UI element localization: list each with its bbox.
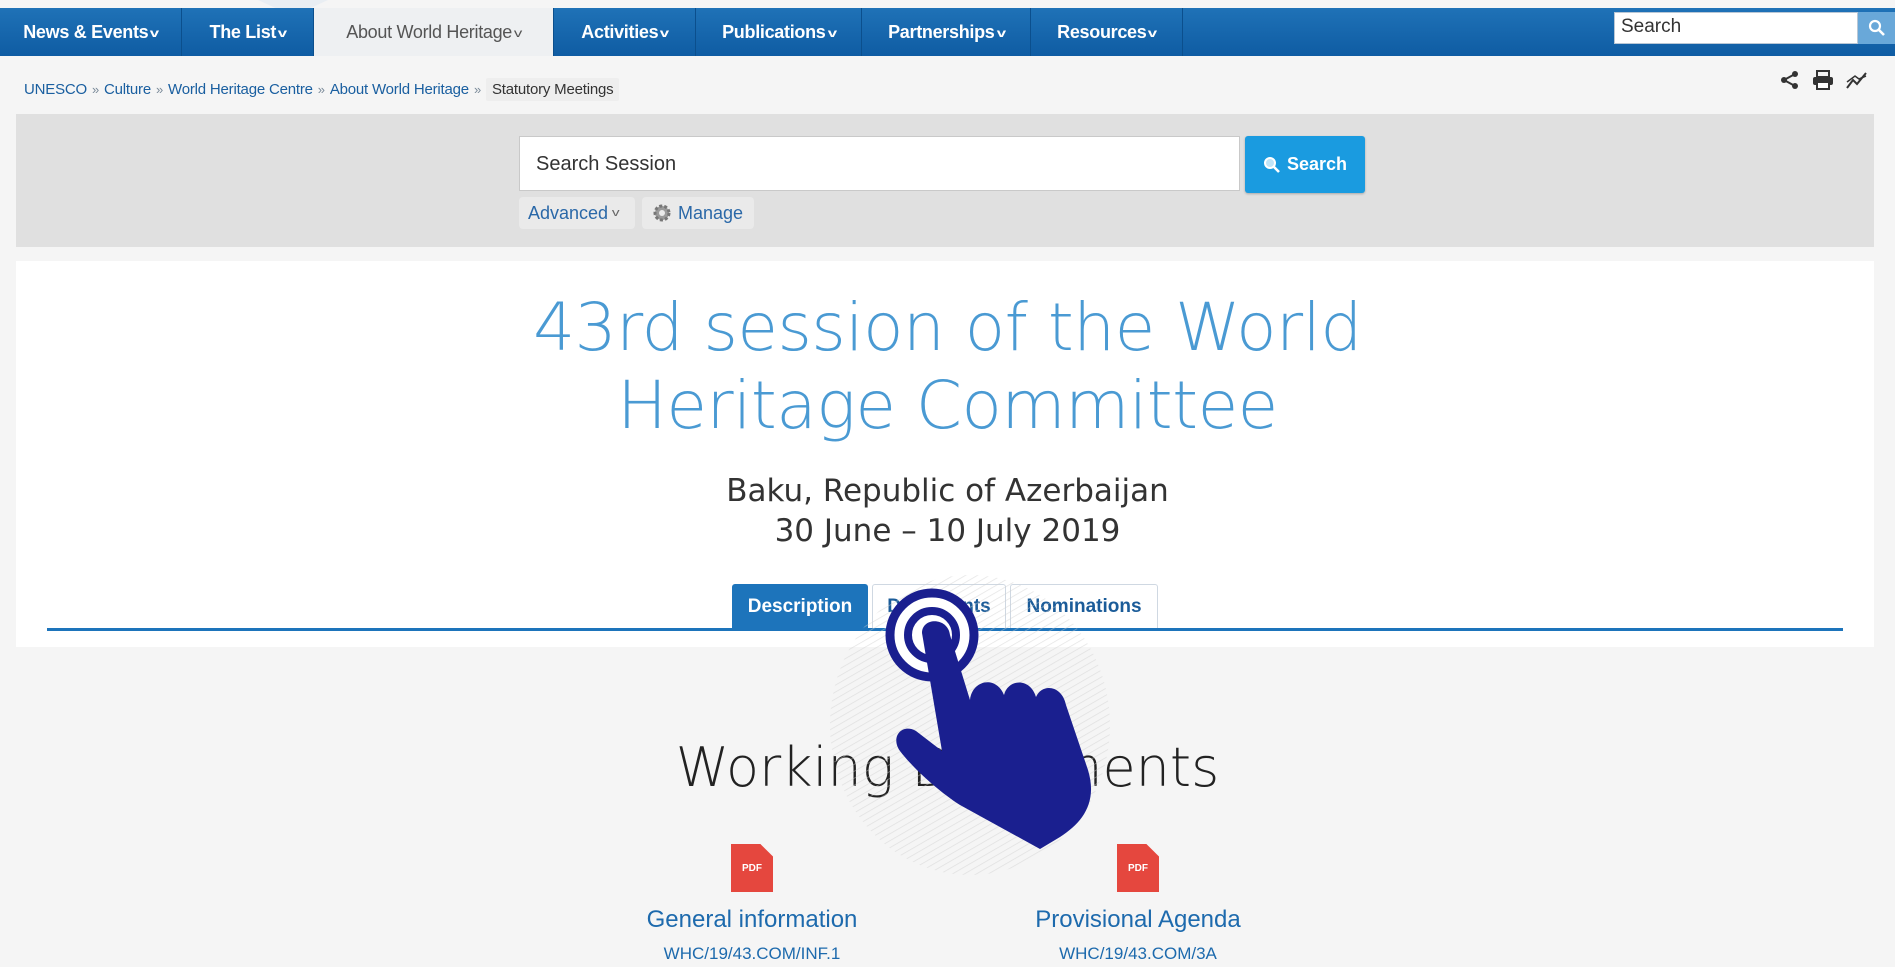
breadcrumb: UNESCO » Culture » World Heritage Centre… bbox=[24, 78, 620, 101]
nav-item-label: About World Heritage bbox=[346, 21, 513, 42]
session-search-value: Search Session bbox=[536, 153, 677, 175]
pdf-icon[interactable]: PDF bbox=[731, 844, 773, 892]
nav-item-news-events[interactable]: News & Events v bbox=[0, 8, 182, 56]
advanced-toggle[interactable]: Advanced v bbox=[519, 197, 635, 229]
pdf-icon-text: PDF bbox=[1128, 862, 1148, 874]
chevron-down-icon: v bbox=[611, 207, 620, 219]
chevron-down-icon: v bbox=[277, 26, 287, 40]
pdf-icon-text: PDF bbox=[742, 862, 762, 874]
chevron-down-icon: v bbox=[827, 26, 837, 40]
breadcrumb-link-culture[interactable]: Culture bbox=[104, 81, 151, 98]
chevron-down-icon: v bbox=[1148, 26, 1158, 40]
breadcrumb-link-unesco[interactable]: UNESCO bbox=[24, 81, 87, 98]
chevron-down-icon: v bbox=[513, 26, 522, 40]
working-documents-heading: Working Documents bbox=[675, 736, 1220, 799]
tab-documents[interactable]: Documents bbox=[872, 584, 1006, 628]
nav-item-partnerships[interactable]: Partnerships v bbox=[862, 8, 1031, 56]
breadcrumb-separator: » bbox=[155, 82, 164, 97]
document-item[interactable]: PDF Provisional Agenda WHC/19/43.COM/3A bbox=[1008, 844, 1268, 964]
breadcrumb-current: Statutory Meetings bbox=[485, 78, 620, 101]
session-location: Baku, Republic of Azerbaijan bbox=[726, 473, 1169, 509]
tab-nominations[interactable]: Nominations bbox=[1010, 584, 1158, 628]
nav-item-label: Partnerships bbox=[888, 21, 995, 42]
breadcrumb-link-whc[interactable]: World Heritage Centre bbox=[168, 81, 313, 98]
nav-item-label: News & Events bbox=[23, 21, 149, 42]
tab-underline bbox=[47, 628, 1843, 631]
chevron-down-icon: v bbox=[996, 26, 1006, 40]
breadcrumb-link-about[interactable]: About World Heritage bbox=[330, 81, 469, 98]
pdf-icon[interactable]: PDF bbox=[1117, 844, 1159, 892]
site-search-input[interactable]: Search bbox=[1614, 12, 1858, 44]
search-icon bbox=[1868, 19, 1885, 36]
site-search-button[interactable] bbox=[1858, 12, 1895, 44]
page-title: 43rd session of the World Heritage Commi… bbox=[0, 289, 1895, 445]
chevron-down-icon: v bbox=[660, 26, 669, 40]
advanced-label: Advanced bbox=[528, 202, 609, 223]
nav-item-resources[interactable]: Resources v bbox=[1031, 8, 1183, 56]
nav-item-about-world-heritage[interactable]: About World Heritage v bbox=[314, 8, 554, 56]
breadcrumb-separator: » bbox=[473, 82, 481, 97]
document-code[interactable]: WHC/19/43.COM/3A bbox=[1008, 944, 1268, 964]
nav-item-label: The List bbox=[209, 21, 277, 42]
nav-item-publications[interactable]: Publications v bbox=[696, 8, 862, 56]
nav-item-activities[interactable]: Activities v bbox=[554, 8, 696, 56]
nav-item-the-list[interactable]: The List v bbox=[182, 8, 314, 56]
breadcrumb-separator: » bbox=[317, 82, 325, 97]
print-icon[interactable] bbox=[1812, 70, 1834, 90]
session-search-input[interactable]: Search Session bbox=[519, 136, 1240, 191]
session-tabs: Description Documents Nominations bbox=[732, 584, 1158, 628]
gear-icon bbox=[653, 204, 671, 222]
page-tools bbox=[1780, 70, 1868, 90]
nav-item-label: Activities bbox=[581, 21, 659, 42]
session-search-label: Search bbox=[1286, 154, 1348, 174]
document-link[interactable]: Provisional Agenda bbox=[1008, 906, 1268, 934]
stats-icon[interactable] bbox=[1846, 70, 1868, 90]
manage-button[interactable]: Manage bbox=[642, 197, 754, 229]
nav-item-label: Publications bbox=[722, 21, 826, 42]
top-navigation-bar: News & Events v The List v About World H… bbox=[0, 8, 1895, 56]
manage-label: Manage bbox=[678, 202, 744, 223]
nav-item-label: Resources bbox=[1057, 21, 1147, 42]
title-line-2: Heritage Committee bbox=[617, 367, 1278, 444]
session-search-button[interactable]: Search bbox=[1245, 136, 1365, 193]
share-icon[interactable] bbox=[1780, 70, 1800, 90]
site-search-value: Search bbox=[1621, 16, 1682, 37]
document-item[interactable]: PDF General information WHC/19/43.COM/IN… bbox=[622, 844, 882, 964]
title-line-1: 43rd session of the World bbox=[533, 289, 1362, 366]
session-dates: 30 June – 10 July 2019 bbox=[774, 513, 1121, 549]
document-link[interactable]: General information bbox=[622, 906, 882, 934]
chevron-down-icon: v bbox=[150, 26, 160, 40]
document-code[interactable]: WHC/19/43.COM/INF.1 bbox=[622, 944, 882, 964]
search-icon bbox=[1263, 156, 1280, 173]
breadcrumb-separator: » bbox=[91, 82, 100, 97]
main-menu: News & Events v The List v About World H… bbox=[0, 8, 1183, 56]
tab-description[interactable]: Description bbox=[732, 584, 868, 628]
